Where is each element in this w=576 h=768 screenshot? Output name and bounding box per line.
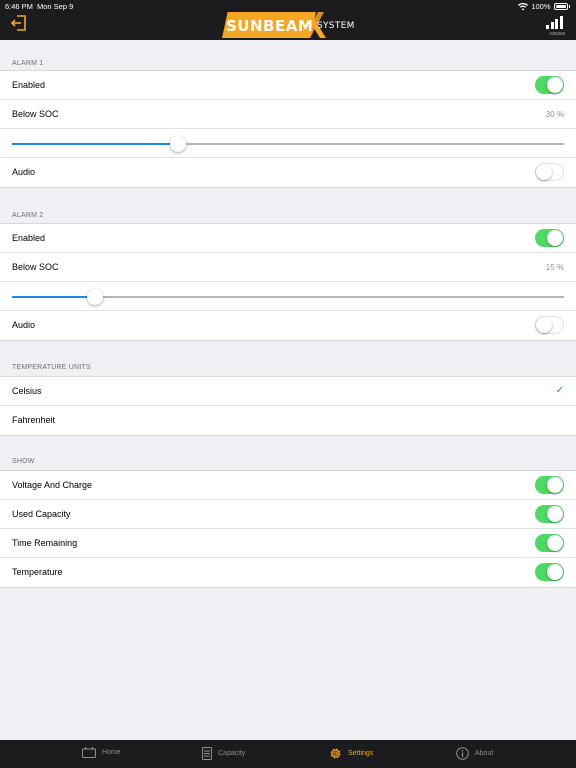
alarm-1-soc-slider-row	[0, 129, 576, 158]
soc-value: 30 %	[545, 110, 564, 119]
alarm-2-audio-row: Audio	[0, 311, 576, 340]
used-capacity-toggle[interactable]	[535, 505, 564, 523]
tab-settings[interactable]: Settings	[329, 747, 373, 760]
show-row-voltage-and-charge: Voltage And Charge	[0, 471, 576, 500]
soc-value: 15 %	[545, 263, 564, 272]
status-time: 6:46 PM	[5, 2, 33, 11]
row-label: Fahrenheit	[12, 415, 56, 425]
battery-percent: 100%	[531, 2, 551, 11]
sunbeam-logo: SUNBEAM SYSTEM	[222, 12, 362, 38]
voltage-and-charge-toggle[interactable]	[535, 476, 564, 494]
unit-option-fahrenheit[interactable]: Fahrenheit	[0, 406, 576, 435]
battery-icon	[553, 3, 568, 10]
tab-bar: Home Capacity Settings About	[0, 740, 576, 768]
alarm-2-enabled-row: Enabled	[0, 224, 576, 253]
row-label: Below SOC	[12, 262, 59, 272]
device-code: A00428	[549, 31, 565, 36]
row-label: Enabled	[12, 233, 46, 243]
row-label: Celsius	[12, 386, 42, 396]
alarm-2-group: Enabled Below SOC 15 % Audio	[0, 223, 576, 341]
alarm-2-soc-slider-row	[0, 282, 576, 311]
info-icon	[456, 747, 469, 760]
time-remaining-toggle[interactable]	[535, 534, 564, 552]
tab-home[interactable]: Home	[82, 747, 121, 758]
wifi-icon	[518, 2, 529, 10]
battery-stack-icon	[202, 747, 212, 760]
row-label: Time Remaining	[12, 538, 78, 548]
navigation-bar: 6:46 PM Mon Sep 9 100% SUNBEAM SYSTEM A0…	[0, 0, 576, 40]
tab-label: Capacity	[218, 750, 246, 757]
row-label: Voltage And Charge	[12, 480, 93, 490]
alarm-1-below-soc-row: Below SOC 30 %	[0, 100, 576, 129]
alarm-2-below-soc-row: Below SOC 15 %	[0, 253, 576, 282]
slider-thumb[interactable]	[86, 289, 103, 305]
row-label: Temperature	[12, 567, 63, 577]
status-indicators: 100%	[518, 2, 570, 11]
alarm-2-soc-slider[interactable]	[12, 289, 564, 305]
battery-icon	[82, 747, 96, 758]
unit-option-celsius[interactable]: Celsius ✓	[0, 377, 576, 406]
section-header-alarm-1: ALARM 1	[12, 60, 44, 67]
tab-capacity[interactable]: Capacity	[202, 747, 245, 760]
alarm-2-audio-toggle[interactable]	[535, 316, 564, 334]
row-label: Enabled	[12, 80, 46, 90]
tab-label: Home	[102, 749, 121, 756]
alarm-1-enabled-row: Enabled	[0, 71, 576, 100]
section-header-alarm-2: ALARM 2	[12, 212, 44, 219]
temperature-toggle[interactable]	[535, 563, 564, 581]
exit-icon[interactable]	[10, 14, 28, 32]
checkmark-icon: ✓	[555, 385, 564, 396]
alarm-1-soc-slider[interactable]	[12, 136, 564, 152]
section-header-show: SHOW	[12, 458, 35, 465]
gear-icon	[330, 748, 341, 759]
row-label: Audio	[12, 167, 36, 177]
alarm-1-enabled-toggle[interactable]	[535, 76, 564, 94]
signal-strength-icon	[546, 15, 564, 29]
alarm-1-group: Enabled Below SOC 30 % Audio	[0, 70, 576, 188]
show-group: Voltage And Charge Used Capacity Time Re…	[0, 470, 576, 588]
temperature-units-group: Celsius ✓ Fahrenheit	[0, 376, 576, 436]
status-date: Mon Sep 9	[37, 2, 74, 11]
alarm-1-audio-row: Audio	[0, 158, 576, 187]
alarm-2-enabled-toggle[interactable]	[535, 229, 564, 247]
show-row-time-remaining: Time Remaining	[0, 529, 576, 558]
tab-label: About	[475, 750, 494, 757]
row-label: Used Capacity	[12, 509, 71, 519]
row-label: Audio	[12, 320, 36, 330]
tab-about[interactable]: About	[456, 747, 493, 760]
show-row-used-capacity: Used Capacity	[0, 500, 576, 529]
slider-thumb[interactable]	[169, 136, 186, 152]
tab-label: Settings	[348, 750, 374, 757]
row-label: Below SOC	[12, 109, 59, 119]
section-header-temperature-units: TEMPERATURE UNITS	[12, 364, 91, 371]
show-row-temperature: Temperature	[0, 558, 576, 587]
alarm-1-audio-toggle[interactable]	[535, 163, 564, 181]
